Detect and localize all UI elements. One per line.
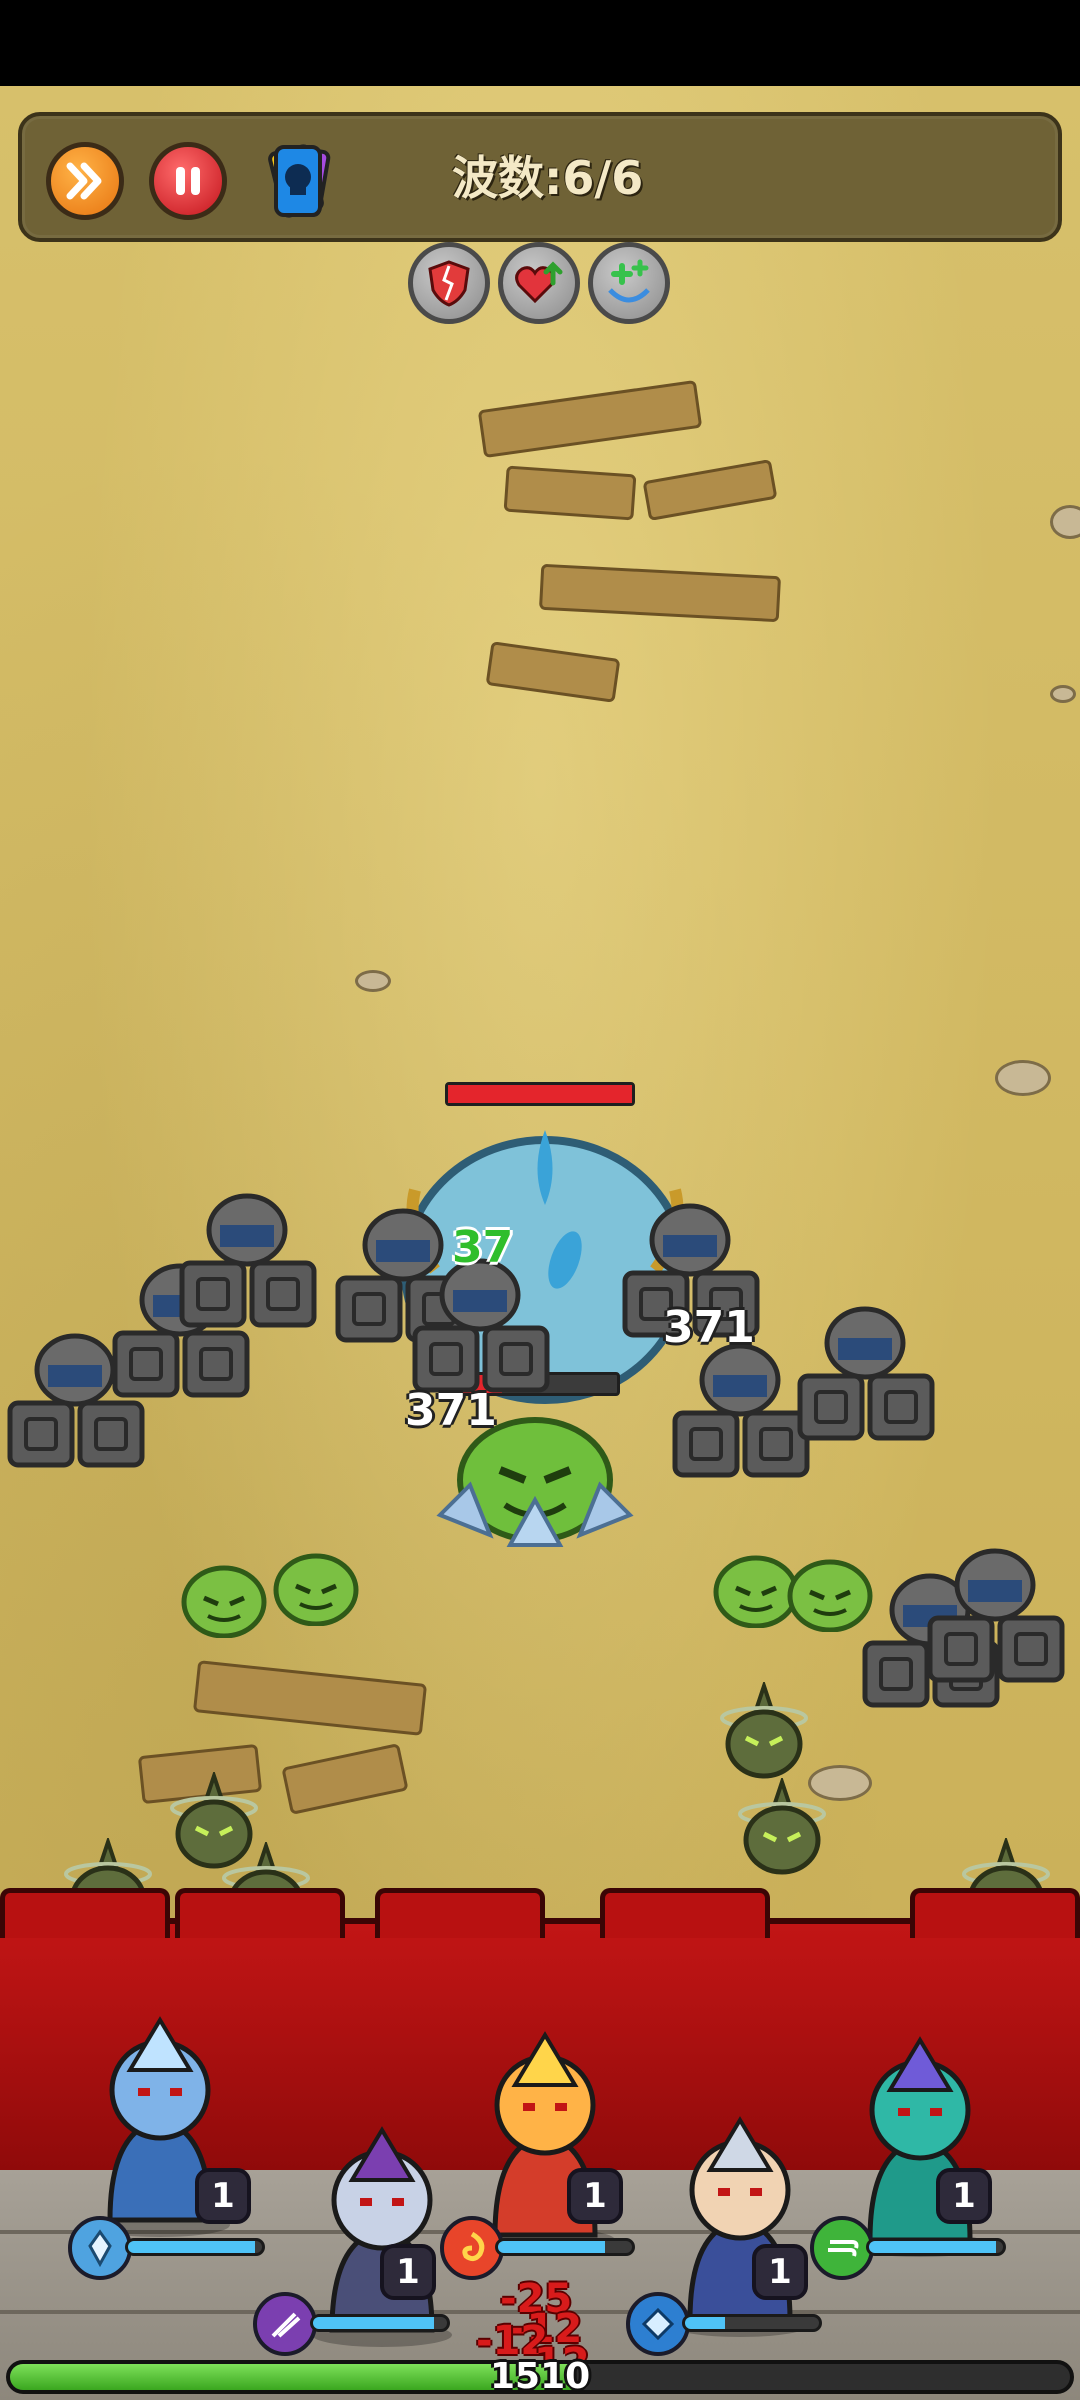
heart-up-icon bbox=[515, 261, 563, 304]
hero-energy-bar bbox=[310, 2314, 450, 2332]
hero-energy-bar bbox=[495, 2238, 635, 2256]
hero-energy-fill bbox=[128, 2241, 256, 2253]
shield-soldier bbox=[172, 1185, 322, 1335]
wave-counter: 波数:6/6 bbox=[452, 151, 644, 205]
hero-level-badge: 1 bbox=[380, 2244, 436, 2300]
hero-energy-bar bbox=[682, 2314, 822, 2332]
wind-swirl-icon bbox=[810, 2216, 874, 2280]
heal-number: 37 bbox=[452, 1222, 514, 1273]
wall-battlement bbox=[0, 1888, 170, 1938]
hero-energy-bar bbox=[866, 2238, 1006, 2256]
double-chevron-right-icon bbox=[66, 162, 102, 200]
skill-mass-heal[interactable] bbox=[588, 242, 670, 324]
status-bar bbox=[0, 0, 1080, 86]
hero-energy-fill bbox=[313, 2317, 434, 2329]
ice-crystal-icon bbox=[68, 2216, 132, 2280]
green-slime bbox=[180, 1558, 268, 1639]
green-slime bbox=[272, 1546, 360, 1627]
rock bbox=[1050, 685, 1076, 703]
wall-battlement bbox=[910, 1888, 1080, 1938]
game-stage: 波数:6/6 37 371 371 1 1 1 1 1 -25 -12 -12 … bbox=[0, 0, 1080, 2400]
wave-progress-value: 1510 bbox=[490, 2356, 591, 2397]
green-slime bbox=[786, 1552, 874, 1633]
hero-energy-fill bbox=[685, 2317, 726, 2329]
spike-goblin bbox=[718, 1679, 810, 1782]
wood-plank bbox=[503, 465, 637, 521]
hero-energy-fill bbox=[869, 2241, 997, 2253]
wall-battlement bbox=[600, 1888, 770, 1938]
hero-level-badge: 1 bbox=[936, 2168, 992, 2224]
speed-button[interactable] bbox=[46, 142, 124, 220]
spike-goblin bbox=[736, 1775, 828, 1878]
top-hud: 波数:6/6 bbox=[18, 112, 1062, 242]
boss-hp-bar bbox=[445, 1082, 635, 1106]
dark-blade-icon bbox=[253, 2292, 317, 2356]
hero-energy-bar bbox=[125, 2238, 265, 2256]
rock bbox=[355, 970, 391, 992]
rock bbox=[995, 1060, 1051, 1096]
damage-number: 371 bbox=[663, 1302, 755, 1353]
skill-heal-up[interactable] bbox=[498, 242, 580, 324]
broken-shield-icon bbox=[428, 260, 470, 307]
monster-book-icon bbox=[268, 144, 331, 218]
wall-battlement bbox=[175, 1888, 345, 1938]
hero-level-badge: 1 bbox=[195, 2168, 251, 2224]
boss-hp-fill bbox=[448, 1085, 632, 1103]
codex-button[interactable] bbox=[254, 142, 344, 220]
wave-progress-fill bbox=[10, 2364, 572, 2390]
damage-number: 371 bbox=[405, 1385, 497, 1436]
ice-diamond-icon bbox=[626, 2292, 690, 2356]
heal-plus-icon bbox=[608, 259, 650, 303]
hero-level-badge: 1 bbox=[752, 2244, 808, 2300]
wall-battlement bbox=[375, 1888, 545, 1938]
pause-icon bbox=[176, 167, 200, 195]
pause-button[interactable] bbox=[149, 142, 227, 220]
skill-armor-break[interactable] bbox=[408, 242, 490, 324]
shield-soldier bbox=[920, 1540, 1070, 1690]
hero-level-badge: 1 bbox=[567, 2168, 623, 2224]
hero-energy-fill bbox=[498, 2241, 606, 2253]
shield-soldier bbox=[790, 1298, 940, 1448]
